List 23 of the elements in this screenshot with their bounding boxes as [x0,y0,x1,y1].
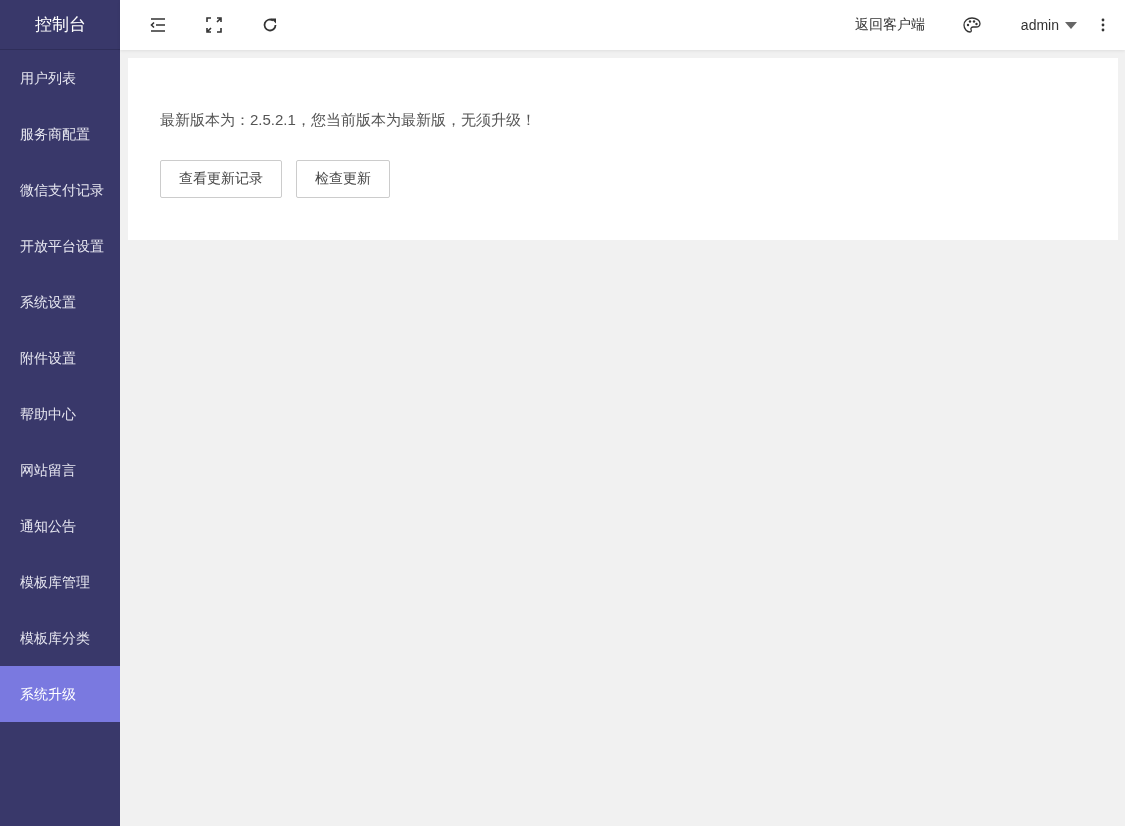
sidebar-item[interactable]: 用户列表 [0,50,120,106]
client-link[interactable]: 返回客户端 [854,16,925,34]
user-menu[interactable]: admin [1020,17,1077,33]
sidebar-item[interactable]: 系统设置 [0,274,120,330]
sidebar-item[interactable]: 网站留言 [0,442,120,498]
sidebar-item[interactable]: 模板库管理 [0,554,120,610]
menu-collapse-icon[interactable] [150,18,166,32]
more-icon[interactable] [1101,18,1105,32]
sidebar-item[interactable]: 帮助中心 [0,386,120,442]
action-button[interactable]: 检查更新 [296,160,390,198]
caret-icon [1065,21,1077,29]
refresh-icon[interactable] [262,17,278,33]
sidebar-item[interactable]: 模板库分类 [0,610,120,666]
version-message: 最新版本为：2.5.2.1，您当前版本为最新版，无须升级！ [160,111,537,130]
sidebar-item[interactable]: 通知公告 [0,498,120,554]
action-button[interactable]: 查看更新记录 [160,160,282,198]
sidebar-item[interactable]: 微信支付记录 [0,162,120,218]
fullscreen-icon[interactable] [206,17,222,33]
palette-icon[interactable] [962,17,981,33]
sidebar-item[interactable]: 附件设置 [0,330,120,386]
sidebar-item[interactable]: 系统升级 [0,666,120,722]
sidebar-item[interactable]: 开放平台设置 [0,218,120,274]
sidebar-item[interactable]: 服务商配置 [0,106,120,162]
